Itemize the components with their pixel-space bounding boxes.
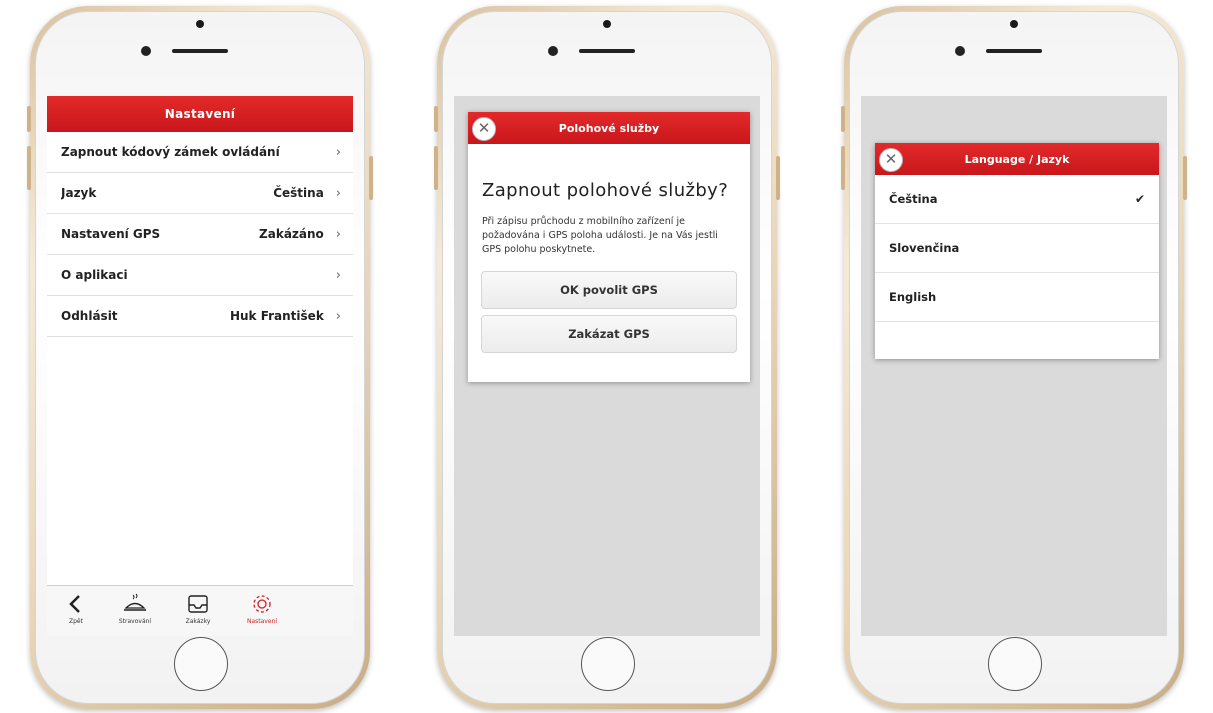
gps-dialog: ✕ Polohové služby Zapnout polohové služb…	[468, 112, 750, 382]
mute-switch	[434, 106, 438, 132]
row-label: Zapnout kódový zámek ovládání	[61, 145, 280, 159]
tab-settings[interactable]: Nastavení	[237, 590, 287, 625]
language-dialog: ✕ Language / Jazyk Čeština ✔ Slovenčina …	[875, 143, 1159, 359]
dialog-header: ✕ Language / Jazyk	[875, 143, 1159, 175]
deny-gps-button[interactable]: Zakázat GPS	[481, 315, 737, 353]
settings-row-code-lock[interactable]: Zapnout kódový zámek ovládání ›	[47, 132, 353, 173]
page-title: Nastavení	[47, 96, 353, 132]
mute-switch	[27, 106, 31, 132]
earpiece-speaker	[579, 49, 635, 53]
row-label: Jazyk	[61, 186, 97, 200]
dialog-header: ✕ Polohové služby	[468, 112, 750, 144]
tab-label: Zakázky	[185, 618, 211, 625]
gps-dialog-screen: ✕ Polohové služby Zapnout polohové služb…	[454, 96, 760, 636]
proximity-sensor	[603, 20, 611, 28]
dialog-title: Polohové služby	[558, 121, 660, 135]
chevron-right-icon: ›	[335, 267, 341, 283]
tab-back[interactable]: Zpět	[51, 590, 101, 625]
home-button[interactable]	[174, 637, 228, 691]
proximity-sensor	[1010, 20, 1018, 28]
phone-frame-3: ✕ Language / Jazyk Čeština ✔ Slovenčina …	[841, 6, 1187, 709]
proximity-sensor	[196, 20, 204, 28]
language-label: Čeština	[889, 192, 938, 206]
tab-label: Nastavení	[246, 618, 278, 625]
back-chevron-icon	[69, 595, 80, 613]
row-label: Odhlásit	[61, 309, 118, 323]
home-button[interactable]	[988, 637, 1042, 691]
food-plate-icon	[124, 593, 146, 611]
close-icon[interactable]: ✕	[879, 148, 903, 172]
gear-icon	[253, 595, 271, 613]
row-value: Zakázáno	[259, 227, 324, 241]
front-camera	[141, 46, 151, 56]
row-value: Čeština	[273, 186, 324, 200]
home-button[interactable]	[581, 637, 635, 691]
power-button	[1183, 156, 1187, 200]
allow-gps-button[interactable]: OK povolit GPS	[481, 271, 737, 309]
volume-up-button	[27, 146, 31, 190]
earpiece-speaker	[172, 49, 228, 53]
front-camera	[548, 46, 558, 56]
dialog-question: Zapnout polohové služby?	[482, 180, 729, 201]
language-label: English	[889, 290, 937, 304]
language-option-cs[interactable]: Čeština ✔	[875, 175, 1159, 224]
power-button	[776, 156, 780, 200]
chevron-right-icon: ›	[335, 185, 341, 201]
tab-food[interactable]: Stravování	[110, 590, 160, 625]
close-icon[interactable]: ✕	[472, 117, 496, 141]
settings-screen: Nastavení Zapnout kódový zámek ovládání …	[47, 96, 353, 636]
volume-up-button	[841, 146, 845, 190]
inbox-tray-icon	[188, 595, 208, 613]
settings-row-language[interactable]: Jazyk Čeština ›	[47, 173, 353, 214]
settings-row-gps[interactable]: Nastavení GPS Zakázáno ›	[47, 214, 353, 255]
checkmark-icon: ✔	[1134, 192, 1145, 206]
language-option-sk[interactable]: Slovenčina	[875, 224, 1159, 273]
front-camera	[955, 46, 965, 56]
chevron-right-icon: ›	[335, 226, 341, 242]
language-dialog-screen: ✕ Language / Jazyk Čeština ✔ Slovenčina …	[861, 96, 1167, 636]
settings-row-logout[interactable]: Odhlásit Huk František ›	[47, 296, 353, 337]
volume-up-button	[434, 146, 438, 190]
tab-label: Zpět	[69, 618, 83, 625]
language-label: Slovenčina	[889, 241, 960, 255]
language-option-en[interactable]: English	[875, 273, 1159, 322]
dialog-title: Language / Jazyk	[964, 152, 1070, 166]
tab-orders[interactable]: Zakázky	[173, 590, 223, 625]
row-label: Nastavení GPS	[61, 227, 161, 241]
chevron-right-icon: ›	[335, 144, 341, 160]
phone-frame-2: ✕ Polohové služby Zapnout polohové služb…	[434, 6, 780, 709]
tab-label: Stravování	[118, 618, 152, 625]
power-button	[369, 156, 373, 200]
bottom-tab-bar: Zpět Stravování Zakázky Nastavení	[47, 585, 353, 636]
settings-row-about[interactable]: O aplikaci ›	[47, 255, 353, 296]
chevron-right-icon: ›	[335, 308, 341, 324]
earpiece-speaker	[986, 49, 1042, 53]
row-value: Huk František	[229, 309, 324, 323]
row-label: O aplikaci	[61, 268, 128, 282]
dialog-description: Při zápisu průchodu z mobilního zařízení…	[482, 216, 718, 255]
mute-switch	[841, 106, 845, 132]
phone-frame-1: Nastavení Zapnout kódový zámek ovládání …	[27, 6, 373, 709]
